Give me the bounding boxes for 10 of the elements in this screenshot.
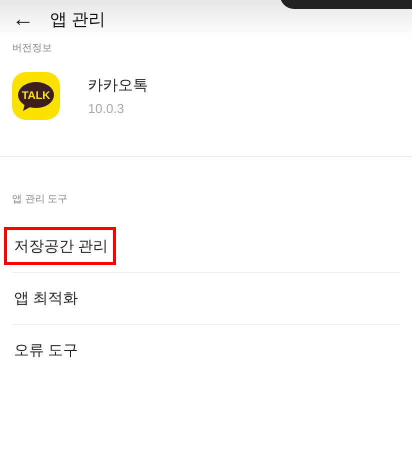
- back-button[interactable]: ←: [12, 8, 42, 30]
- chat-app-logo: TALK: [12, 72, 60, 120]
- menu-item[interactable]: 저장공간 관리: [12, 237, 110, 256]
- app-version: 10.0.3: [88, 101, 126, 116]
- menu-item[interactable]: 앱 최적화: [12, 289, 80, 308]
- menu-item[interactable]: 오류 도구: [12, 341, 80, 360]
- section-label: 앱 관리 도구: [12, 194, 68, 205]
- page-title: 앱 관리: [50, 8, 106, 30]
- section-label: 버전정보: [12, 43, 52, 54]
- app-name: 카카오톡: [88, 76, 148, 95]
